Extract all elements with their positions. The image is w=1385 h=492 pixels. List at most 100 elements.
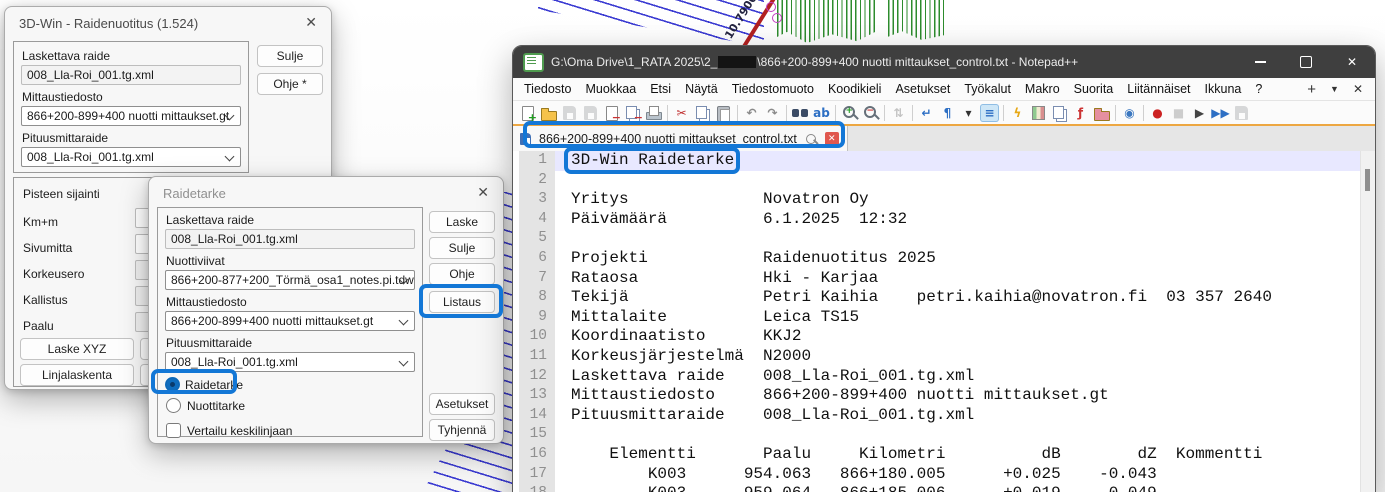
menu-item-ikkuna[interactable]: Ikkuna [1198, 82, 1249, 96]
copy-icon[interactable] [693, 104, 712, 122]
indent-guides-icon[interactable]: ≡ [980, 104, 999, 122]
ohje-button[interactable]: Ohje * [257, 73, 323, 95]
close-all-files-icon[interactable]: − [623, 104, 642, 122]
close-tab-icon[interactable]: ✕ [825, 132, 839, 146]
menu-item-koodikieli[interactable]: Koodikieli [821, 82, 889, 96]
editor-line[interactable]: 4Päivämäärä 6.1.2025 12:32 [513, 210, 1375, 230]
editor-line[interactable]: 16 Elementti Paalu Kilometri dB dZ Komme… [513, 445, 1375, 465]
close-icon[interactable]: ✕ [477, 184, 489, 201]
menu-item-muokkaa[interactable]: Muokkaa [578, 82, 643, 96]
line-number: 2 [519, 171, 555, 191]
raidetarke-radio[interactable] [166, 378, 179, 391]
show-all-characters-icon[interactable]: ¶ [938, 104, 957, 122]
tyhjenna-button[interactable]: Tyhjennä [429, 419, 495, 441]
macro-record-icon[interactable]: ● [1148, 104, 1167, 122]
macro-run-multiple-icon[interactable]: ▶▶ [1211, 104, 1230, 122]
undo-icon[interactable]: ↶ [742, 104, 761, 122]
new-file-icon[interactable]: + [518, 104, 537, 122]
mittaustiedosto-dropdown[interactable]: 866+200-899+400 nuotti mittaukset.gt [21, 106, 241, 126]
cut-icon[interactable]: ✂ [672, 104, 691, 122]
maximize-button[interactable] [1283, 46, 1329, 78]
listaus-button[interactable]: Listaus [429, 291, 495, 313]
menu-item-liitnniset[interactable]: Liitännäiset [1120, 82, 1197, 96]
menu-item-asetukset[interactable]: Asetukset [888, 82, 957, 96]
vertailu-checkbox[interactable] [166, 423, 181, 438]
editor-line[interactable]: 12Laskettava raide 008_Lla-Roi_001.tg.xm… [513, 367, 1375, 387]
editor-line[interactable]: 15 [513, 425, 1375, 445]
menu-item-tiedosto[interactable]: Tiedosto [517, 82, 578, 96]
linjalaskenta-button[interactable]: Linjalaskenta [20, 364, 134, 386]
editor-line[interactable]: 7Rataosa Hki - Karjaa [513, 269, 1375, 289]
editor-line[interactable]: 5 [513, 229, 1375, 249]
find-icon[interactable] [791, 104, 810, 122]
line-number: 10 [519, 327, 555, 347]
tab-list-icon[interactable]: ▼ [1330, 84, 1339, 94]
word-wrap-icon[interactable]: ↵ [917, 104, 936, 122]
vertailu-checkbox-row[interactable]: Vertailu keskilinjaan [166, 422, 415, 439]
menu-item-makro[interactable]: Makro [1018, 82, 1067, 96]
toolbar-separator [1115, 105, 1116, 121]
editor-line[interactable]: 10Koordinaatisto KKJ2 [513, 327, 1375, 347]
shortcut-mapper-icon[interactable]: ϟ [1008, 104, 1027, 122]
minimize-button[interactable] [1237, 46, 1283, 78]
mittaustiedosto-dropdown[interactable]: 866+200-899+400 nuotti mittaukset.gt [165, 311, 415, 331]
nuottitarke-radio-row[interactable]: Nuottitarke [166, 397, 415, 414]
laske-button[interactable]: Laske [429, 211, 495, 233]
menu-item-tykalut[interactable]: Työkalut [957, 82, 1018, 96]
asetukset-button[interactable]: Asetukset [429, 393, 495, 415]
pituusmittaraide-dropdown[interactable]: 008_Lla-Roi_001.tg.xml [21, 147, 241, 167]
folder-as-workspace-icon[interactable] [1092, 104, 1111, 122]
open-file-icon[interactable] [539, 104, 558, 122]
laskettava-raide-field[interactable]: 008_Lla-Roi_001.tg.xml [165, 229, 415, 249]
laske-xyz-button[interactable]: Laske XYZ [20, 338, 134, 360]
editor-line[interactable]: 18 K003 959.064 866+185.006 +0.019 -0.04… [513, 484, 1375, 492]
editor-line[interactable]: 3Yritys Novatron Oy [513, 190, 1375, 210]
toolbar-dropdown-icon[interactable]: ▾ [959, 104, 978, 122]
close-tab-icon[interactable]: ✕ [1353, 82, 1363, 96]
scrollbar-thumb[interactable] [1365, 169, 1370, 191]
print-icon[interactable] [644, 104, 663, 122]
close-file-icon[interactable]: − [602, 104, 621, 122]
menu-item-etsi[interactable]: Etsi [643, 82, 678, 96]
menu-item-tiedostomuoto[interactable]: Tiedostomuoto [725, 82, 821, 96]
pituusmittaraide-dropdown[interactable]: 008_Lla-Roi_001.tg.xml [165, 352, 415, 372]
raidetarke-radio-row[interactable]: Raidetarke [166, 376, 415, 393]
editor-line[interactable]: 17 K003 954.063 866+180.005 +0.025 -0.04… [513, 465, 1375, 485]
editor-line[interactable]: 6Projekti Raidenuotitus 2025 [513, 249, 1375, 269]
document-map-icon[interactable] [1029, 104, 1048, 122]
editor-line[interactable]: 9Mittalaite Leica TS15 [513, 308, 1375, 328]
editor-line[interactable]: 8Tekijä Petri Kaihia petri.kaihia@novatr… [513, 288, 1375, 308]
nuottitarke-radio[interactable] [166, 398, 181, 413]
zoom-out-icon[interactable]: − [861, 104, 880, 122]
close-icon[interactable]: ✕ [305, 14, 317, 31]
sulje-button[interactable]: Sulje [257, 45, 323, 67]
zoom-in-icon[interactable]: + [840, 104, 859, 122]
editor-line[interactable]: 2 [513, 171, 1375, 191]
editor-line[interactable]: 13D-Win Raidetarke [513, 151, 1375, 171]
editor-line[interactable]: 11Korkeusjärjestelmä N2000 [513, 347, 1375, 367]
editor-area[interactable]: 13D-Win Raidetarke23Yritys Novatron Oy4P… [513, 151, 1375, 492]
laskettava-raide-field[interactable]: 008_Lla-Roi_001.tg.xml [21, 65, 241, 85]
document-list-icon[interactable] [1050, 104, 1069, 122]
menu-item-suorita[interactable]: Suorita [1067, 82, 1121, 96]
active-tab[interactable]: 866+200-899+400 nuotti mittaukset_contro… [513, 126, 848, 152]
menu-item-nyt[interactable]: Näytä [678, 82, 725, 96]
redo-icon[interactable]: ↷ [763, 104, 782, 122]
line-number: 12 [519, 367, 555, 387]
nuottiviivat-dropdown[interactable]: 866+200-877+200_Törmä_osa1_notes.pi.tdw [165, 270, 415, 290]
ohje-button[interactable]: Ohje [429, 263, 495, 285]
pin-tab-icon[interactable] [806, 134, 816, 144]
notepadpp-titlebar[interactable]: G:\Oma Drive\1_RATA 2025\2_\866+200-899+… [513, 46, 1375, 78]
menu-item-?[interactable]: ? [1248, 82, 1269, 96]
vertical-scrollbar[interactable] [1360, 151, 1375, 492]
paste-icon[interactable] [714, 104, 733, 122]
replace-icon[interactable]: ab [812, 104, 831, 122]
macro-play-icon[interactable]: ▶ [1190, 104, 1209, 122]
close-button[interactable]: ✕ [1329, 46, 1375, 78]
sulje-button[interactable]: Sulje [429, 237, 495, 259]
editor-line[interactable]: 14Pituusmittaraide 008_Lla-Roi_001.tg.xm… [513, 406, 1375, 426]
new-tab-icon[interactable]: + [1307, 81, 1316, 98]
monitoring-eye-icon[interactable]: ◉ [1120, 104, 1139, 122]
editor-line[interactable]: 13Mittaustiedosto 866+200-899+400 nuotti… [513, 386, 1375, 406]
function-list-icon[interactable]: ƒ [1071, 104, 1090, 122]
